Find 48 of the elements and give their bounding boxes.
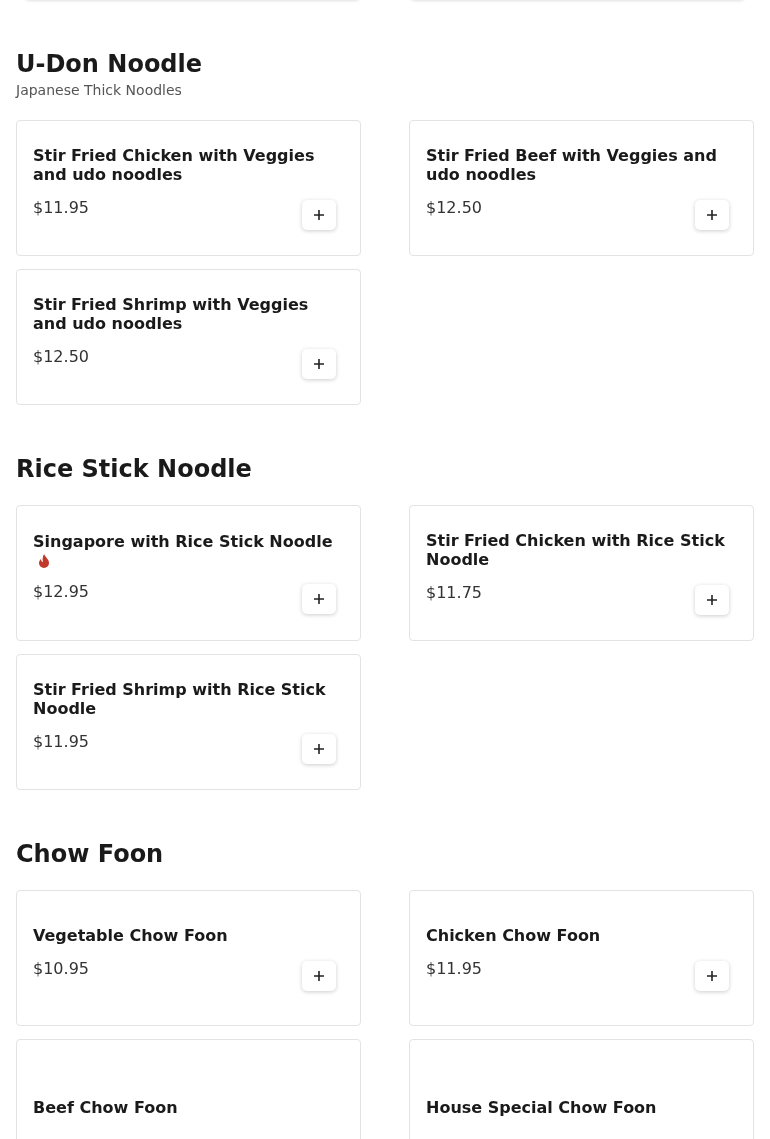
item-name: Singapore with Rice Stick Noodle (33, 532, 334, 551)
add-button[interactable] (302, 734, 336, 764)
section-title: U-Don Noodle (16, 50, 204, 78)
section-subtitle: Japanese Thick Noodles (16, 82, 183, 98)
item-name: Stir Fried Chicken with Veggies and udo noodles (33, 146, 316, 184)
item-name: House Special Chow Foon (426, 1097, 658, 1117)
item-name: Chicken Chow Foon (426, 925, 602, 945)
item-name: Vegetable Chow Foon (33, 925, 229, 945)
menu-item-card[interactable]: Stir Fried Chicken with Veggies and udo noodles $11.95 (16, 120, 361, 256)
menu-item-card[interactable]: Beef Chow Foon (16, 1039, 361, 1139)
menu-item-card[interactable]: Stir Fried Shrimp with Rice Stick Noodle $11.95 (16, 654, 361, 790)
plus-icon (314, 744, 324, 754)
item-name: Stir Fried Beef with Veggies and udo noodles (426, 146, 718, 184)
item-price: $12.50 (33, 347, 89, 366)
add-button[interactable] (695, 960, 729, 991)
item-price: $10.95 (33, 958, 89, 978)
add-button[interactable] (302, 200, 336, 230)
add-button[interactable] (695, 585, 729, 615)
add-button[interactable] (695, 200, 729, 230)
plus-icon (707, 210, 717, 220)
menu-item-card[interactable]: Stir Fried Shrimp with Veggies and udo noodles $12.50 (16, 269, 361, 405)
plus-icon (314, 594, 324, 604)
menu-item-card[interactable]: Stir Fried Beef with Veggies and udo noodles $12.50 (409, 120, 754, 256)
item-price: $11.95 (33, 198, 89, 217)
item-name: Stir Fried Shrimp with Veggies and udo noodles (33, 295, 310, 333)
menu-item-card[interactable]: Singapore with Rice Stick Noodle $12.95 (16, 505, 361, 641)
add-button[interactable] (302, 960, 336, 991)
plus-icon (314, 359, 324, 369)
item-price: $12.50 (426, 198, 482, 217)
item-price: $11.95 (33, 732, 89, 751)
item-price: $11.95 (426, 958, 482, 978)
item-name: Beef Chow Foon (33, 1097, 179, 1117)
item-name: Stir Fried Chicken with Rice Stick Noodle (426, 531, 726, 569)
plus-icon (314, 970, 324, 981)
section-title: Chow Foon (16, 840, 165, 868)
menu-item-card[interactable]: Stir Fried Chicken with Rice Stick Noodle $11.75 (409, 505, 754, 641)
menu-item-card[interactable]: House Special Chow Foon (409, 1039, 754, 1139)
item-price: $11.75 (426, 583, 482, 602)
menu-item-card[interactable]: Vegetable Chow Foon $10.95 (16, 890, 361, 1026)
add-button[interactable] (302, 349, 336, 379)
menu-item-card[interactable]: Chicken Chow Foon $11.95 (409, 890, 754, 1026)
section-title: Rice Stick Noodle (16, 455, 253, 483)
item-name: Stir Fried Shrimp with Rice Stick Noodle (33, 680, 327, 718)
plus-icon (314, 210, 324, 220)
item-price: $12.95 (33, 582, 89, 601)
plus-icon (707, 595, 717, 605)
plus-icon (707, 970, 717, 981)
add-button[interactable] (302, 584, 336, 614)
